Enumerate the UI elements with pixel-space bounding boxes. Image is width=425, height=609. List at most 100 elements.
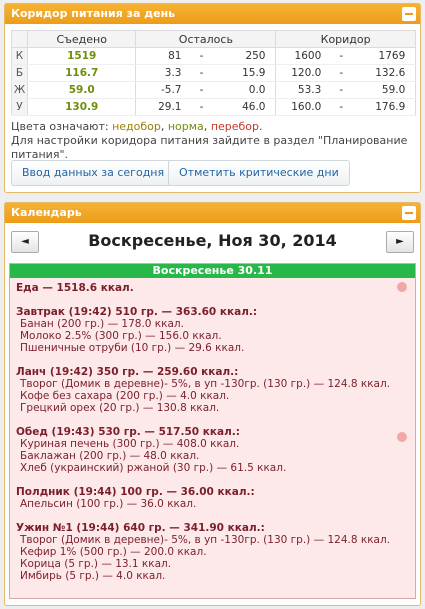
meal-item: Баклажан (200 гр.) — 48.0 ккал. [20, 450, 200, 462]
enter-today-button[interactable]: Ввод данных за сегодня [11, 160, 176, 186]
row-label: Б [11, 64, 28, 82]
corridor-range: 53.3 - 59.0 [275, 81, 416, 99]
dash: - [339, 101, 344, 113]
collapse-icon[interactable] [402, 206, 416, 220]
meal-title[interactable]: Ужин №1 (19:44) 640 гр. — 341.90 ккал.: [16, 522, 409, 534]
row-label: К [11, 47, 28, 65]
eaten-value: 130.9 [26, 98, 137, 116]
meal-item: Имбирь (5 гр.) — 4.0 ккал. [20, 570, 166, 582]
legend-under: недобор [112, 120, 161, 133]
dash: - [339, 67, 344, 79]
corridor-row: У 130.9 29.1 - 46.0 160.0 - 176.9 [11, 98, 416, 116]
meal-item: Молоко 2.5% (300 гр.) — 156.0 ккал. [20, 330, 222, 342]
day-entry: Воскресенье 30.11 Еда — 1518.6 ккал. Зав… [9, 263, 416, 599]
left-range: 81 - 250 [135, 47, 277, 65]
legend-norm: норма [167, 120, 204, 133]
cor-min: 53.3 [297, 84, 322, 96]
legend: Цвета означают: недобор, норма, перебор. [11, 120, 414, 134]
meal-title[interactable]: Ланч (19:42) 350 гр. — 259.60 ккал.: [16, 366, 409, 378]
day-content: Еда — 1518.6 ккал. Завтрак (19:42) 510 г… [10, 278, 415, 598]
meal-title[interactable]: Обед (19:43) 530 гр. — 517.50 ккал.: [16, 426, 409, 438]
meal-group: Ужин №1 (19:44) 640 гр. — 341.90 ккал.: Т… [16, 522, 409, 582]
legend-sep: , [160, 120, 168, 133]
legend-sep: , [203, 120, 211, 133]
calendar-panel-header: Календарь [5, 203, 420, 223]
cor-min: 160.0 [291, 101, 322, 113]
cor-max: 176.9 [375, 101, 406, 113]
left-max: 15.9 [242, 67, 266, 79]
row-label: Ж [11, 81, 28, 99]
eaten-value: 1519 [26, 47, 137, 65]
collapse-icon[interactable] [402, 7, 416, 21]
legend-prefix: Цвета означают: [11, 120, 113, 133]
corridor-table: Съедено Осталось Коридор К 1519 81 - 250 1600… [11, 30, 416, 116]
meal-item: Творог (Домик в деревне)- 5%, в уп -130г… [20, 378, 391, 390]
meal-group: Завтрак (19:42) 510 гр. — 363.60 ккал.: Б… [16, 306, 409, 354]
meal-item: Банан (200 гр.) — 178.0 ккал. [20, 318, 184, 330]
left-min: 3.3 [164, 67, 182, 79]
meal-item: Куриная печень (300 гр.) — 408.0 ккал. [20, 438, 240, 450]
left-max: 46.0 [242, 101, 266, 113]
dash: - [199, 67, 204, 79]
hand-icon[interactable] [397, 282, 407, 292]
hint-text: Для настройки коридора питания зайдите в… [11, 134, 408, 161]
dash: - [199, 84, 204, 96]
left-min: -5.7 [160, 84, 182, 96]
corridor-range: 1600 - 1769 [275, 47, 416, 65]
row-label: У [11, 98, 28, 116]
legend-end: . [259, 120, 263, 133]
corridor-panel-header: Коридор питания за день [5, 4, 420, 24]
meal-group: Ланч (19:42) 350 гр. — 259.60 ккал.: Твор… [16, 366, 409, 414]
left-max: 250 [245, 50, 266, 62]
meal-group: Обед (19:43) 530 гр. — 517.50 ккал.: Кури… [16, 426, 409, 474]
hand-icon[interactable] [397, 432, 407, 442]
meal-item: Кофе без сахара (200 гр.) — 4.0 ккал. [20, 390, 230, 402]
next-day-button[interactable]: ► [386, 231, 414, 253]
left-range: 29.1 - 46.0 [135, 98, 277, 116]
corridor-row: Б 116.7 3.3 - 15.9 120.0 - 132.6 [11, 64, 416, 82]
meal-item: Корица (5 гр.) — 13.1 ккал. [20, 558, 172, 570]
left-max: 0.0 [248, 84, 266, 96]
mark-critical-days-button[interactable]: Отметить критические дни [168, 160, 350, 186]
day-header: Воскресенье 30.11 [10, 264, 415, 278]
corner-cell [11, 30, 28, 48]
meal-item: Кефир 1% (500 гр.) — 200.0 ккал. [20, 546, 207, 558]
left-min: 81 [168, 50, 182, 62]
meal-item: Хлеб (украинский) ржаной (30 гр.) — 61.5… [20, 462, 287, 474]
header-eaten: Съедено [26, 30, 137, 48]
corridor-panel-title: Коридор питания за день [11, 7, 176, 20]
eaten-value: 59.0 [26, 81, 137, 99]
cor-max: 1769 [378, 50, 406, 62]
food-total: Еда — 1518.6 ккал. [16, 282, 134, 294]
dash: - [199, 50, 204, 62]
meal-item: Апельсин (100 гр.) — 36.0 ккал. [20, 498, 197, 510]
meal-title[interactable]: Завтрак (19:42) 510 гр. — 363.60 ккал.: [16, 306, 409, 318]
corridor-row: К 1519 81 - 250 1600 - 1769 [11, 47, 416, 65]
left-range: 3.3 - 15.9 [135, 64, 277, 82]
cor-min: 1600 [294, 50, 322, 62]
meal-item: Пшеничные отруби (10 гр.) — 29.6 ккал. [20, 342, 245, 354]
dash: - [339, 84, 344, 96]
eaten-value: 116.7 [26, 64, 137, 82]
legend-over: перебор [210, 120, 260, 133]
prev-day-button[interactable]: ◄ [11, 231, 39, 253]
corridor-range: 120.0 - 132.6 [275, 64, 416, 82]
dash: - [199, 101, 204, 113]
meal-group: Полдник (19:44) 100 гр. — 36.00 ккал.: Ап… [16, 486, 409, 510]
meal-item: Грецкий орех (20 гр.) — 130.8 ккал. [20, 402, 220, 414]
header-left: Осталось [135, 30, 277, 48]
date-nav: ◄ Воскресенье, Ноя 30, 2014 ► [5, 223, 420, 259]
cor-max: 132.6 [375, 67, 406, 79]
meal-item: Творог (Домик в деревне)- 5%, в уп -130г… [20, 534, 391, 546]
left-range: -5.7 - 0.0 [135, 81, 277, 99]
dash: - [339, 50, 344, 62]
cor-max: 59.0 [381, 84, 406, 96]
header-corridor: Коридор [275, 30, 416, 48]
left-min: 29.1 [158, 101, 182, 113]
date-title: Воскресенье, Ноя 30, 2014 [88, 231, 337, 250]
corridor-range: 160.0 - 176.9 [275, 98, 416, 116]
cor-min: 120.0 [291, 67, 322, 79]
corridor-row: Ж 59.0 -5.7-0.0 53.3-59.0 [11, 81, 416, 99]
corridor-panel: Коридор питания за день Съедено Осталось… [4, 3, 421, 193]
meal-title[interactable]: Полдник (19:44) 100 гр. — 36.00 ккал.: [16, 486, 409, 498]
